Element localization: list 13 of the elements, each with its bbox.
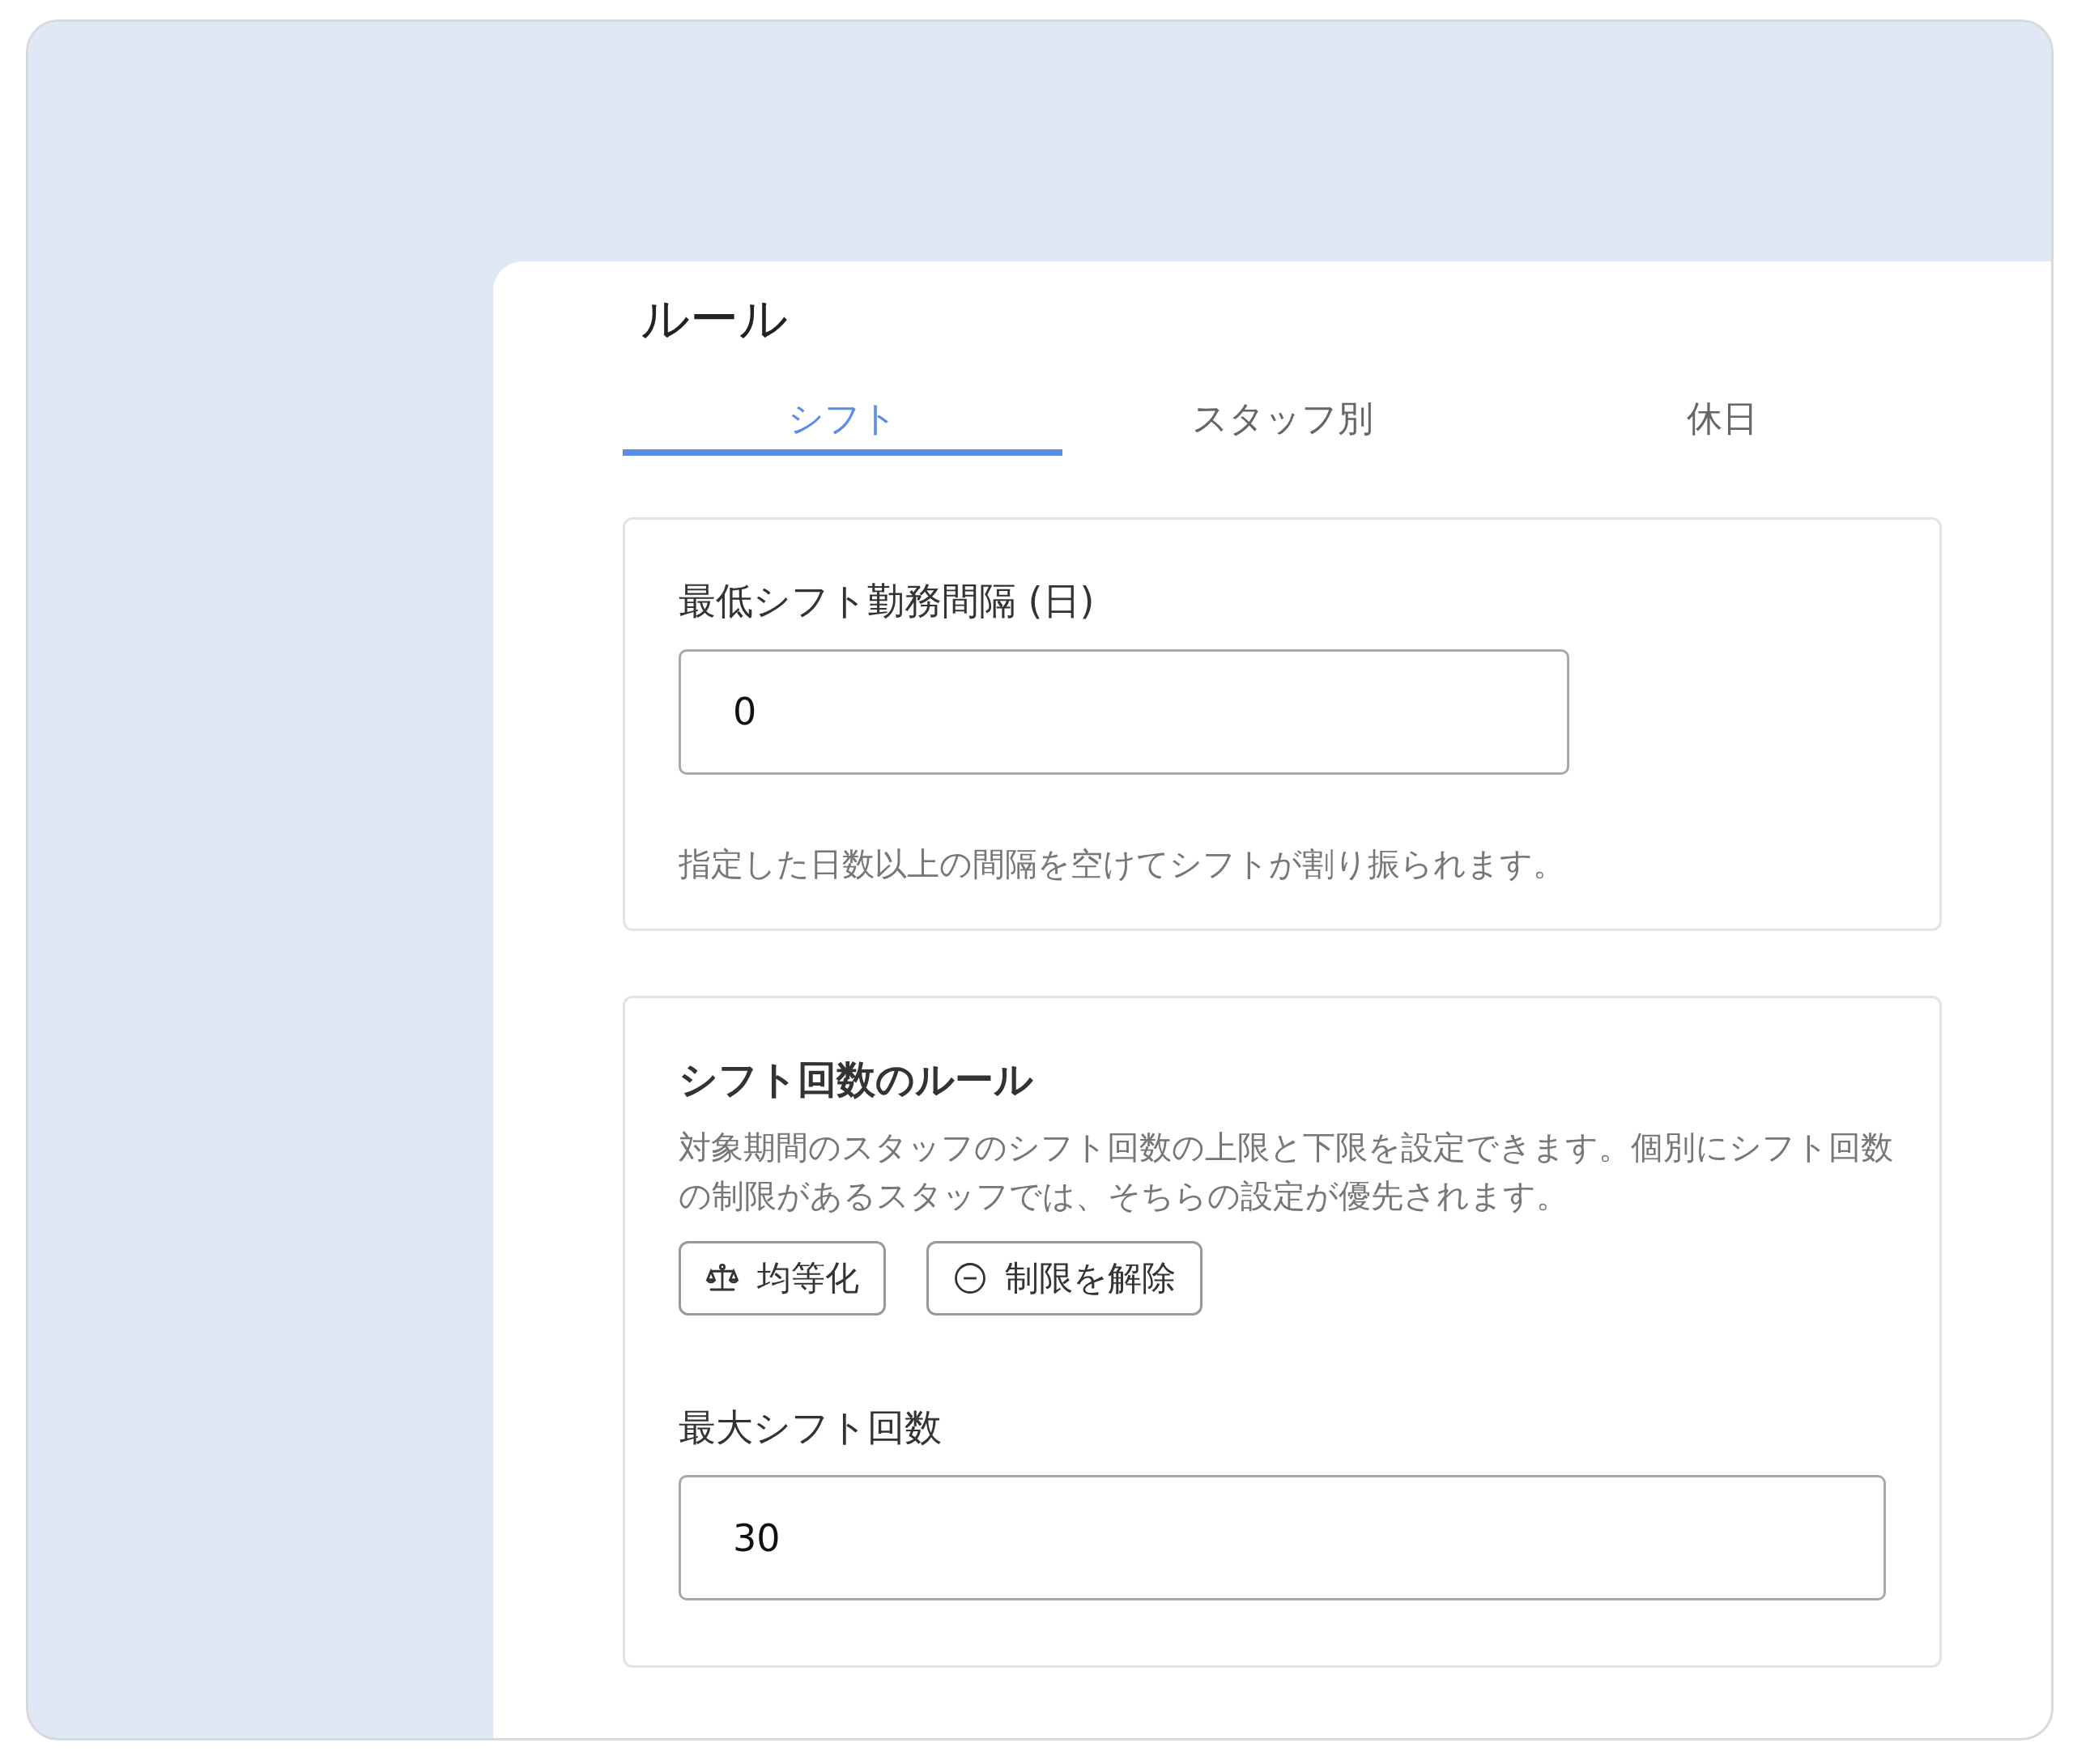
max-count-input[interactable]: 30 (679, 1475, 1886, 1600)
section-heading: シフト回数のルール (679, 1055, 1034, 1103)
action-button[interactable]: 均等化 (679, 1240, 886, 1316)
tab[interactable]: スタッフ別 (1062, 388, 1502, 456)
field-label: 最大シフト回数 (679, 1404, 943, 1451)
help-text: 指定した日数以上の間隔を空けてシフトが割り振られます。 (679, 844, 1566, 884)
interval-input[interactable]: 0 (679, 648, 1569, 775)
action-button[interactable]: 制限を解除 (926, 1240, 1203, 1316)
field-label: 最低シフト勤務間隔 (日) (679, 578, 1096, 624)
section-description: 対象期間のスタッフのシフト回数の上限と下限を設定できます。個別にシフト回数の制限があるスタッフでは、そちらの設定が優先されます。 (679, 1127, 1893, 1216)
tab[interactable]: 休日 (1502, 388, 1942, 456)
minus-circle-icon (953, 1260, 987, 1295)
page-title: ルール (640, 289, 789, 342)
